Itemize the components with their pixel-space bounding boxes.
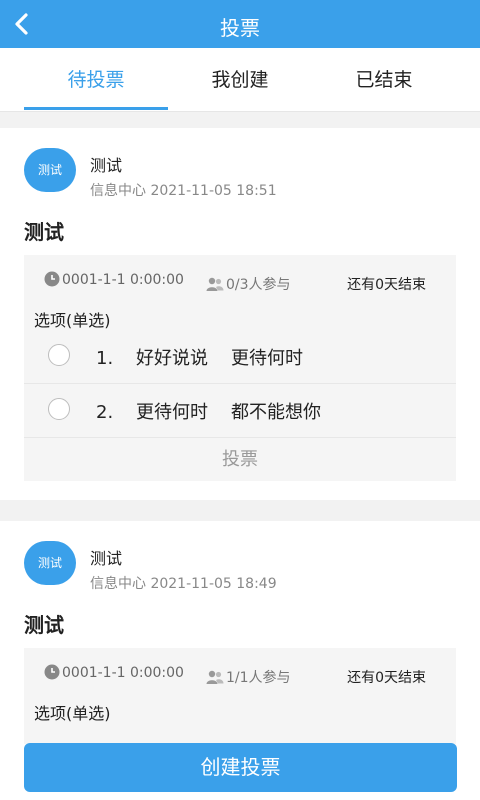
poll-author: 测试 [90,156,123,175]
tab-created[interactable]: 我创建 [160,48,320,112]
poll-panel: 0001-1-1 0:00:00 0/3人参与 还有0天结束 选项(单选) 1.… [24,255,456,481]
poll-panel: 0001-1-1 0:00:00 1/1人参与 还有0天结束 选项(单选) [24,648,456,744]
poll-meta: 信息中心 2021-11-05 18:49 [90,576,277,592]
vote-button[interactable]: 投票 [24,437,456,481]
radio-unchecked-icon[interactable] [48,344,70,366]
poll-option[interactable]: 2. 更待何时 都不能想你 [24,383,456,435]
create-poll-button[interactable]: 创建投票 [24,743,457,792]
poll-time-text: 0001-1-1 0:00:00 [62,665,184,681]
tab-pending[interactable]: 待投票 [16,48,176,112]
option-label: 2. 更待何时 都不能想你 [96,402,321,423]
poll-type: 选项(单选) [34,311,111,330]
participants-text: 1/1人参与 [226,670,291,686]
poll-participants: 0/3人参与 [206,274,291,294]
poll-option[interactable]: 1. 好好说说 更待何时 [24,330,456,382]
top-bar: 投票 [0,0,480,48]
poll-participants: 1/1人参与 [206,667,291,687]
option-label: 1. 好好说说 更待何时 [96,348,303,369]
tab-bar: 待投票 我创建 已结束 [0,48,480,112]
poll-remaining: 还有0天结束 [347,277,426,293]
users-icon [206,670,224,684]
poll-card: 测试 测试 信息中心 2021-11-05 18:51 测试 0001-1-1 … [0,128,480,500]
page-title: 投票 [220,16,260,40]
poll-title: 测试 [24,220,64,244]
avatar: 测试 [24,148,76,192]
avatar: 测试 [24,541,76,585]
poll-time: 0001-1-1 0:00:00 [44,664,184,681]
users-icon [206,277,224,291]
poll-time-text: 0001-1-1 0:00:00 [62,272,184,288]
poll-author: 测试 [90,549,123,568]
radio-unchecked-icon[interactable] [48,398,70,420]
active-tab-indicator [24,107,168,110]
poll-meta: 信息中心 2021-11-05 18:51 [90,183,277,199]
tab-ended[interactable]: 已结束 [304,48,464,112]
participants-text: 0/3人参与 [226,277,291,293]
poll-title: 测试 [24,613,64,637]
clock-icon [44,664,60,680]
clock-icon [44,271,60,287]
poll-time: 0001-1-1 0:00:00 [44,271,184,288]
poll-remaining: 还有0天结束 [347,670,426,686]
poll-type: 选项(单选) [34,704,111,723]
